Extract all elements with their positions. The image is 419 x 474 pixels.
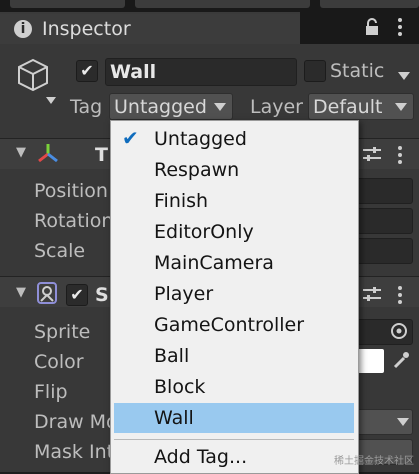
layer-value: Default (313, 96, 383, 118)
menu-item-label: Ball (154, 345, 190, 367)
layer-dropdown[interactable]: Default (308, 93, 414, 120)
cube-icon[interactable] (16, 58, 50, 98)
kebab-menu-icon[interactable] (397, 145, 403, 169)
object-picker-icon[interactable] (390, 322, 408, 344)
position-label: Position (34, 180, 108, 202)
eyedropper-icon[interactable] (392, 350, 410, 374)
menu-item-respawn[interactable]: Respawn (114, 155, 354, 185)
foldout-arrow-icon[interactable]: ▼ (16, 285, 26, 300)
scale-z-field[interactable] (356, 238, 413, 264)
sprite-renderer-icon (36, 281, 58, 309)
checkmark-icon: ✔ (122, 126, 139, 150)
name-field[interactable]: Wall (105, 58, 297, 86)
static-checkbox[interactable] (304, 60, 326, 82)
position-z-field[interactable] (356, 178, 413, 204)
menu-item-label: Finish (154, 190, 209, 212)
tag-value: Untagged (114, 96, 207, 118)
foldout-arrow-icon[interactable]: ▼ (16, 145, 26, 160)
sliders-icon[interactable] (363, 286, 381, 306)
scale-label: Scale (34, 240, 86, 262)
static-label: Static (330, 60, 385, 82)
rotation-label: Rotation (34, 210, 114, 232)
tab-title: Inspector (42, 18, 131, 40)
kebab-menu-icon[interactable] (397, 17, 403, 41)
transform-title: T (95, 144, 108, 166)
menu-item-player[interactable]: Player (114, 279, 354, 309)
menu-item-untagged[interactable]: ✔ Untagged (114, 124, 354, 154)
menu-item-label: Wall (154, 407, 194, 429)
transform-axes-icon (36, 142, 60, 168)
tag-dropdown-menu: ✔ Untagged Respawn Finish EditorOnly Mai… (110, 120, 359, 474)
menu-separator (114, 439, 354, 440)
static-dropdown-arrow-icon[interactable] (398, 66, 410, 85)
draw-mode-label: Draw Mo (34, 411, 118, 433)
draw-mode-dropdown[interactable] (356, 409, 413, 435)
window-tab[interactable] (320, 0, 419, 8)
menu-item-label: Respawn (154, 159, 240, 181)
menu-item-maincamera[interactable]: MainCamera (114, 248, 354, 278)
info-icon: i (14, 20, 32, 38)
menu-item-gamecontroller[interactable]: GameController (114, 310, 354, 340)
menu-item-label: EditorOnly (154, 221, 254, 243)
color-label: Color (34, 351, 84, 373)
menu-item-label: Block (154, 376, 206, 398)
window-tab[interactable] (135, 0, 310, 8)
tag-dropdown[interactable]: Untagged (109, 93, 233, 120)
watermark: 稀土掘金技术社区 (334, 456, 414, 467)
sprite-renderer-title: S (95, 284, 109, 306)
menu-item-block[interactable]: Block (114, 372, 354, 402)
menu-item-ball[interactable]: Ball (114, 341, 354, 371)
menu-item-label: Player (154, 283, 214, 305)
menu-item-finish[interactable]: Finish (114, 186, 354, 216)
kebab-menu-icon[interactable] (397, 285, 403, 309)
menu-item-wall[interactable]: Wall (114, 403, 354, 433)
sprite-label: Sprite (34, 321, 91, 343)
flip-label: Flip (34, 381, 68, 403)
chevron-down-icon[interactable] (46, 90, 56, 109)
menu-item-label: MainCamera (154, 252, 274, 274)
menu-item-label: Untagged (154, 128, 247, 150)
sliders-icon[interactable] (363, 146, 381, 166)
menu-item-label: Add Tag... (154, 446, 248, 468)
tag-label: Tag (70, 96, 103, 118)
layer-label: Layer (250, 96, 303, 118)
menu-item-label: GameController (154, 314, 305, 336)
sprite-renderer-enabled-checkbox[interactable]: ✔ (66, 284, 88, 306)
mask-interaction-label: Mask Int (34, 441, 115, 463)
active-checkbox[interactable]: ✔ (76, 60, 98, 82)
rotation-z-field[interactable] (356, 208, 413, 234)
menu-item-add-tag[interactable]: Add Tag... (114, 442, 354, 472)
window-tab[interactable] (10, 0, 125, 8)
name-value: Wall (110, 61, 157, 83)
menu-item-editoronly[interactable]: EditorOnly (114, 217, 354, 247)
color-swatch[interactable] (356, 349, 384, 373)
lock-icon[interactable] (364, 18, 380, 40)
